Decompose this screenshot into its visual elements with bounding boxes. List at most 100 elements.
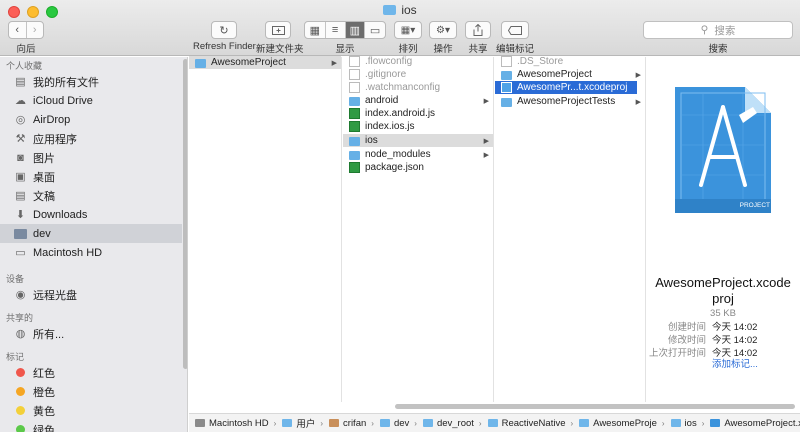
sidebar-item-label: AirDrop <box>33 113 71 126</box>
list-item[interactable]: android ▶ <box>343 94 493 107</box>
sidebar-item-label: dev <box>33 227 51 240</box>
downloads-icon: ⬇ <box>15 209 26 221</box>
created-key: 创建时间 <box>667 322 706 333</box>
list-item[interactable]: AwesomeProject ▶ <box>495 68 645 81</box>
list-item[interactable]: .watchmanconfig <box>343 81 493 94</box>
refresh-icon: ↻ <box>219 24 229 37</box>
edit-tags-button[interactable] <box>501 21 529 39</box>
folder-icon <box>349 150 360 160</box>
airdrop-icon: ◎ <box>15 114 26 126</box>
sidebar-item-label: 桌面 <box>33 171 55 184</box>
sidebar-scrollbar[interactable] <box>183 59 187 369</box>
list-item[interactable]: .flowconfig <box>343 55 493 68</box>
sidebar-item-tag-orange[interactable]: 橙色 <box>0 382 182 401</box>
preview-file-name: AwesomeProject.xcode proj <box>646 275 800 307</box>
tag-icon <box>508 25 522 35</box>
path-item-users[interactable]: 用户 › <box>276 416 323 430</box>
sidebar-item-downloads[interactable]: ⬇ Downloads <box>0 205 182 224</box>
column-view-button[interactable]: ▥ <box>345 22 366 38</box>
file-icon <box>501 56 512 67</box>
path-item-dev[interactable]: dev › <box>374 418 417 429</box>
back-label: 向后 <box>16 44 36 55</box>
refresh-finder-button[interactable]: ↻ <box>211 21 237 39</box>
folder-icon <box>670 419 681 427</box>
sidebar-item-macintosh-hd[interactable]: ▭ Macintosh HD <box>0 243 182 262</box>
network-icon: ◍ <box>15 328 26 340</box>
disk-icon: ▭ <box>15 247 26 259</box>
sidebar-item-label: 应用程序 <box>33 133 77 146</box>
chevron-right-icon: ▶ <box>483 137 489 145</box>
disk-icon <box>195 419 205 427</box>
arrange-label: 排列 <box>398 44 418 55</box>
new-folder-icon <box>271 26 285 35</box>
folder-icon <box>487 419 498 427</box>
shared-heading: 共享的 <box>6 313 34 323</box>
folder-icon <box>501 70 512 80</box>
list-item[interactable]: .gitignore <box>343 68 493 81</box>
list-item[interactable]: .DS_Store <box>495 55 645 68</box>
search-label: 搜索 <box>708 44 728 55</box>
window-title: ios <box>0 3 800 17</box>
columns-icon: ▥ <box>349 24 361 37</box>
list-item[interactable]: index.android.js <box>343 107 493 120</box>
sidebar-item-desktop[interactable]: ▣ 桌面 <box>0 167 182 186</box>
path-item-awesomeproject[interactable]: AwesomeProje › <box>573 418 665 429</box>
action-button[interactable]: ⚙▾ <box>429 21 457 39</box>
path-item-xcodeproj[interactable]: AwesomeProject.xcodeproj <box>704 418 800 429</box>
forward-button[interactable]: › <box>27 22 44 38</box>
sidebar-item-applications[interactable]: ⚒ 应用程序 <box>0 129 182 148</box>
list-item[interactable]: ios ▶ <box>343 134 493 147</box>
view-label: 显示 <box>335 44 355 55</box>
folder-icon <box>349 96 360 106</box>
favorites-heading: 个人收藏 <box>6 61 43 71</box>
item-label: AwesomeProject <box>517 69 592 80</box>
arrange-button[interactable]: ▦▾ <box>394 21 422 39</box>
sidebar-item-pictures[interactable]: ◙ 图片 <box>0 148 182 167</box>
list-item[interactable]: AwesomePr...t.xcodeproj <box>495 81 637 94</box>
coverflow-icon: ▭ <box>369 24 381 37</box>
sidebar-item-tag-yellow[interactable]: 黄色 <box>0 401 182 420</box>
xcodeproj-icon <box>501 82 512 93</box>
icon-view-button[interactable]: ▦ <box>305 22 326 38</box>
browser-column-1: AwesomeProject ▶ <box>189 56 342 402</box>
path-label: crifan <box>343 417 367 429</box>
back-button[interactable]: ‹ <box>9 22 27 38</box>
path-item-ios[interactable]: ios › <box>665 418 704 429</box>
list-item[interactable]: index.ios.js <box>343 120 493 133</box>
edit-tags-label: 编辑标记 <box>496 44 535 55</box>
sidebar-item-remote-disc[interactable]: ◉ 远程光盘 <box>0 285 182 304</box>
sidebar-item-label: Downloads <box>33 208 88 221</box>
path-label: 用户 <box>296 419 316 430</box>
list-item[interactable]: AwesomeProject ▶ <box>189 56 341 69</box>
sidebar-item-all-files[interactable]: ▤ 我的所有文件 <box>0 72 182 91</box>
horizontal-scrollbar[interactable] <box>395 404 795 409</box>
sidebar-item-documents[interactable]: ▤ 文稿 <box>0 186 182 205</box>
new-folder-button[interactable] <box>265 21 291 39</box>
item-label: ios <box>365 135 378 146</box>
chevron-right-icon: ▶ <box>483 151 489 159</box>
search-field[interactable]: ⚲ 搜索 <box>643 21 793 39</box>
path-label: dev <box>393 417 410 429</box>
list-item[interactable]: node_modules ▶ <box>343 148 493 161</box>
path-item-macintosh-hd[interactable]: Macintosh HD › <box>189 418 276 429</box>
list-view-button[interactable]: ≡ <box>326 22 346 38</box>
sidebar-item-label: 远程光盘 <box>33 289 77 302</box>
add-tags-link[interactable]: 添加标记... <box>712 356 758 370</box>
chevron-right-icon: ▶ <box>635 98 641 106</box>
list-icon: ≡ <box>331 24 339 36</box>
sidebar-item-tag-green[interactable]: 绿色 <box>0 420 182 432</box>
list-item[interactable]: AwesomeProjectTests ▶ <box>495 95 645 108</box>
path-item-home[interactable]: crifan › <box>323 418 374 429</box>
sidebar-item-dev[interactable]: dev <box>0 224 182 243</box>
sidebar-item-tag-red[interactable]: 红色 <box>0 363 182 382</box>
sidebar-item-icloud-drive[interactable]: ☁ iCloud Drive <box>0 91 182 110</box>
gallery-view-button[interactable]: ▭ <box>365 22 385 38</box>
sidebar-item-airdrop[interactable]: ◎ AirDrop <box>0 110 182 129</box>
path-item-dev-root[interactable]: dev_root › <box>417 418 482 429</box>
sidebar-item-all-shared[interactable]: ◍ 所有... <box>0 324 182 343</box>
documents-icon: ▤ <box>15 190 26 202</box>
list-item[interactable]: package.json <box>343 161 493 174</box>
path-item-reactivenative[interactable]: ReactiveNative › <box>482 418 573 429</box>
share-button[interactable] <box>465 21 491 39</box>
browser-column-3: .DS_Store AwesomeProject ▶ AwesomePr...t… <box>495 55 646 402</box>
